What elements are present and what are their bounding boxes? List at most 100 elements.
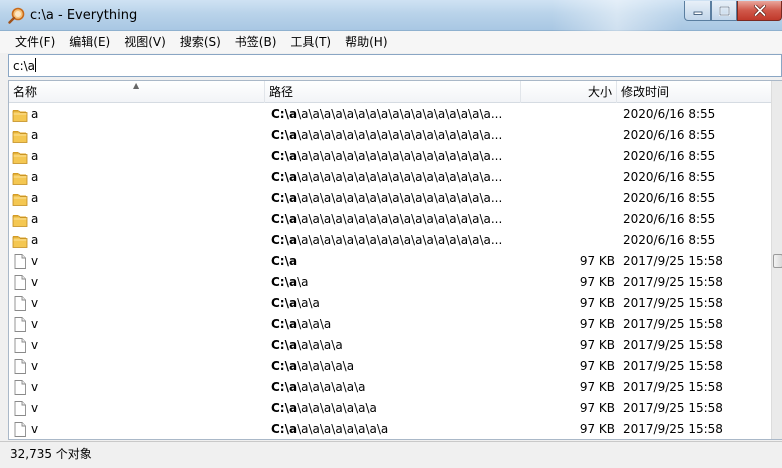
row-path: C:\a\a\a\a\a\a\a\a\a\a\a\a\a\a\a\a\a\a..… xyxy=(271,167,521,188)
result-rows: a C:\a\a\a\a\a\a\a\a\a\a\a\a\a\a\a\a\a\a.… xyxy=(9,104,771,439)
row-date: 2020/6/16 8:55 xyxy=(623,149,716,163)
table-row[interactable]: v C:\a\a\a\a 97 KB 2017/9/25 15:58 xyxy=(9,314,771,335)
column-path-label: 路径 xyxy=(269,85,294,99)
row-path-match: C:\a xyxy=(271,359,298,373)
file-icon xyxy=(12,274,28,291)
row-path-rest: \a\a\a\a\a\a\a\a\a\a\a\a\a\a\a\a\a... xyxy=(297,170,503,184)
row-path-rest: \a\a\a\a\a\a\a xyxy=(297,401,377,415)
title-bar[interactable]: c:\a - Everything xyxy=(0,0,782,31)
table-row[interactable]: a C:\a\a\a\a\a\a\a\a\a\a\a\a\a\a\a\a\a\a.… xyxy=(9,167,771,188)
row-size: 97 KB xyxy=(579,296,615,310)
table-row[interactable]: a C:\a\a\a\a\a\a\a\a\a\a\a\a\a\a\a\a\a\a.… xyxy=(9,209,771,230)
row-name: v xyxy=(31,296,39,310)
row-name: a xyxy=(31,149,39,163)
scrollbar-thumb[interactable] xyxy=(773,254,782,268)
search-input[interactable]: c:\a xyxy=(13,58,37,74)
row-name: v xyxy=(31,401,39,415)
maximize-button[interactable] xyxy=(711,1,737,21)
row-path-match: C:\a xyxy=(271,170,298,184)
row-date: 2020/6/16 8:55 xyxy=(623,107,716,121)
column-size-label: 大小 xyxy=(587,85,612,99)
row-path-rest: \a\a\a\a\a\a\a\a\a\a\a\a\a\a\a\a\a... xyxy=(297,233,503,247)
row-path: C:\a\a\a\a\a\a\a\a\a\a\a\a\a\a\a\a\a\a..… xyxy=(271,230,521,251)
row-path-match: C:\a xyxy=(271,212,298,226)
table-row[interactable]: a C:\a\a\a\a\a\a\a\a\a\a\a\a\a\a\a\a\a\a.… xyxy=(9,125,771,146)
column-size[interactable]: 大小 xyxy=(521,81,617,103)
menu-edit[interactable]: 编辑(E) xyxy=(62,32,117,52)
table-row[interactable]: v C:\a\a 97 KB 2017/9/25 15:58 xyxy=(9,272,771,293)
row-size xyxy=(521,104,615,125)
row-date: 2017/9/25 15:58 xyxy=(623,254,723,268)
menu-search[interactable]: 搜索(S) xyxy=(173,32,228,52)
row-path-rest: \a\a\a\a\a\a\a\a xyxy=(297,422,389,436)
row-name: v xyxy=(31,254,39,268)
row-path-match: C:\a xyxy=(271,422,298,436)
row-path: C:\a\a\a\a\a\a\a\a xyxy=(271,398,521,419)
title-glow xyxy=(552,0,682,31)
row-path: C:\a xyxy=(271,251,521,272)
row-path-rest: \a\a\a xyxy=(297,317,332,331)
folder-icon xyxy=(12,211,28,228)
row-name: a xyxy=(31,233,39,247)
row-path-rest: \a\a\a\a\a\a\a\a\a\a\a\a\a\a\a\a\a... xyxy=(297,191,503,205)
row-path-rest: \a\a\a\a\a\a\a\a\a\a\a\a\a\a\a\a\a... xyxy=(297,149,503,163)
column-date[interactable]: 修改时间 xyxy=(617,81,771,103)
row-path-match: C:\a xyxy=(271,317,298,331)
row-path-match: C:\a xyxy=(271,128,298,142)
row-path-rest: \a\a\a\a xyxy=(297,338,343,352)
row-date: 2020/6/16 8:55 xyxy=(623,212,716,226)
row-path-match: C:\a xyxy=(271,380,298,394)
row-path-rest: \a\a\a\a\a xyxy=(297,359,355,373)
vertical-scrollbar[interactable] xyxy=(771,81,782,439)
table-row[interactable]: v C:\a\a\a\a\a\a 97 KB 2017/9/25 15:58 xyxy=(9,356,771,377)
column-path[interactable]: 路径 xyxy=(265,81,521,103)
menu-bar: 文件(F) 编辑(E) 视图(V) 搜索(S) 书签(B) 工具(T) 帮助(H… xyxy=(0,31,782,53)
sort-ascending-icon: ▲ xyxy=(133,81,140,90)
table-row[interactable]: v C:\a\a\a 97 KB 2017/9/25 15:58 xyxy=(9,293,771,314)
row-size: 97 KB xyxy=(579,338,615,352)
minimize-button[interactable] xyxy=(684,1,711,21)
row-path: C:\a\a\a\a\a\a\a xyxy=(271,377,521,398)
row-path-match: C:\a xyxy=(271,254,298,268)
table-row[interactable]: v C:\a\a\a\a\a\a\a\a\a 97 KB 2017/9/25 15:5… xyxy=(9,419,771,439)
file-icon xyxy=(12,253,28,270)
column-header: 名称 ▲ 路径 大小 修改时间 xyxy=(9,81,771,103)
row-size xyxy=(521,146,615,167)
row-date: 2017/9/25 15:58 xyxy=(623,422,723,436)
table-row[interactable]: a C:\a\a\a\a\a\a\a\a\a\a\a\a\a\a\a\a\a\a.… xyxy=(9,146,771,167)
table-row[interactable]: v C:\a 97 KB 2017/9/25 15:58 xyxy=(9,251,771,272)
status-bar: 32,735 个对象 xyxy=(0,441,782,463)
row-size: 97 KB xyxy=(579,401,615,415)
menu-help[interactable]: 帮助(H) xyxy=(338,32,394,52)
table-row[interactable]: a C:\a\a\a\a\a\a\a\a\a\a\a\a\a\a\a\a\a\a.… xyxy=(9,188,771,209)
close-button[interactable] xyxy=(737,1,782,21)
row-path-rest: \a\a\a\a\a\a\a\a\a\a\a\a\a\a\a\a\a... xyxy=(297,212,503,226)
row-path: C:\a\a\a\a\a\a\a\a\a\a\a\a\a\a\a\a\a\a..… xyxy=(271,146,521,167)
object-count: 32,735 个对象 xyxy=(10,447,92,461)
row-date: 2020/6/16 8:55 xyxy=(623,191,716,205)
table-row[interactable]: v C:\a\a\a\a\a\a\a 97 KB 2017/9/25 15:58 xyxy=(9,377,771,398)
row-path-rest: \a\a\a\a\a\a\a\a\a\a\a\a\a\a\a\a\a... xyxy=(297,107,503,121)
table-row[interactable]: v C:\a\a\a\a\a\a\a\a 97 KB 2017/9/25 15:58 xyxy=(9,398,771,419)
file-icon xyxy=(12,358,28,375)
row-path: C:\a\a\a\a\a\a\a\a\a xyxy=(271,419,521,439)
row-path: C:\a\a\a\a\a\a\a\a\a\a\a\a\a\a\a\a\a\a..… xyxy=(271,104,521,125)
row-size: 97 KB xyxy=(579,422,615,436)
row-path-rest: \a xyxy=(297,275,309,289)
row-name: v xyxy=(31,275,39,289)
table-row[interactable]: v C:\a\a\a\a\a 97 KB 2017/9/25 15:58 xyxy=(9,335,771,356)
row-path: C:\a\a xyxy=(271,272,521,293)
folder-icon xyxy=(12,106,28,123)
table-row[interactable]: a C:\a\a\a\a\a\a\a\a\a\a\a\a\a\a\a\a\a\a.… xyxy=(9,230,771,251)
table-row[interactable]: a C:\a\a\a\a\a\a\a\a\a\a\a\a\a\a\a\a\a\a.… xyxy=(9,104,771,125)
search-box[interactable]: c:\a xyxy=(8,54,782,77)
row-path-rest: \a\a xyxy=(297,296,320,310)
results-list[interactable]: 名称 ▲ 路径 大小 修改时间 a C:\a\a\a\a\a\a\a\a\a\a\… xyxy=(8,80,782,440)
row-path: C:\a\a\a\a\a\a\a\a\a\a\a\a\a\a\a\a\a\a..… xyxy=(271,125,521,146)
menu-file[interactable]: 文件(F) xyxy=(8,32,62,52)
menu-view[interactable]: 视图(V) xyxy=(117,32,173,52)
column-name[interactable]: 名称 ▲ xyxy=(9,81,265,103)
menu-tools[interactable]: 工具(T) xyxy=(283,32,338,52)
menu-bookmarks[interactable]: 书签(B) xyxy=(228,32,284,52)
row-path-match: C:\a xyxy=(271,401,298,415)
